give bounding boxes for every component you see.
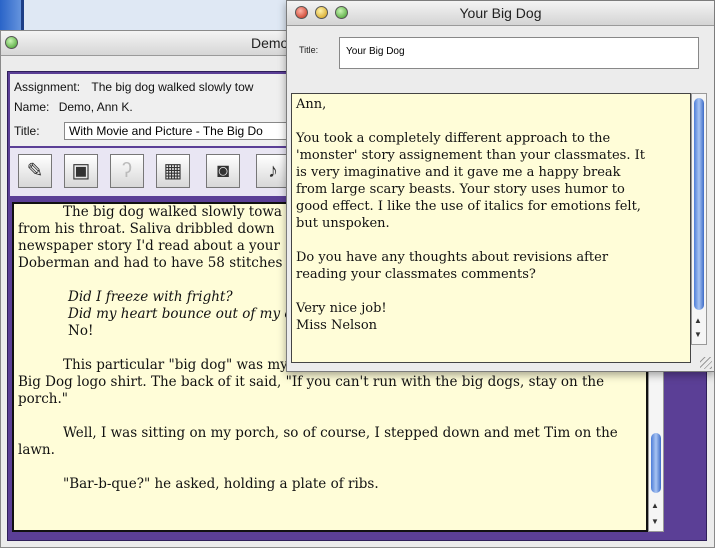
name-row: Name: Demo, Ann K. — [14, 100, 133, 114]
comment-line: from large scary beasts. Your story uses… — [296, 182, 625, 197]
essay-line: Well, I was sitting on my porch, so of c… — [63, 425, 618, 441]
essay-line: porch." — [18, 391, 68, 407]
notepad-pencil-icon[interactable]: ✎ — [18, 154, 52, 188]
resize-grip-icon[interactable] — [700, 357, 712, 369]
assignment-value: The big dog walked slowly tow — [91, 80, 254, 94]
scroll-up-arrow-icon[interactable]: ▲ — [694, 316, 702, 325]
assignment-label: Assignment: — [14, 80, 81, 94]
name-label: Name: — [14, 100, 50, 114]
comment-text-area[interactable]: Ann, You took a completely different app… — [291, 93, 691, 363]
title-label: Title: — [14, 124, 40, 138]
essay-scroll-thumb[interactable] — [651, 433, 661, 493]
comment-title-field[interactable]: Your Big Dog — [339, 37, 699, 69]
comment-line: Very nice job! — [296, 301, 387, 316]
ear-icon[interactable]: ʔ — [110, 154, 144, 188]
scroll-down-arrow-icon[interactable]: ▼ — [651, 517, 659, 526]
comment-titlebar[interactable]: Your Big Dog — [287, 1, 714, 26]
comment-line: reading your classmates comments? — [296, 267, 536, 282]
comment-scrollbar[interactable]: ▲ ▼ — [691, 93, 707, 345]
zoom-button[interactable] — [5, 36, 18, 49]
microphone-icon[interactable]: ♪ — [256, 154, 290, 188]
name-value: Demo, Ann K. — [58, 100, 133, 114]
comment-line: You took a completely different approach… — [296, 131, 611, 146]
comment-scroll-thumb[interactable] — [694, 98, 704, 310]
scroll-up-arrow-icon[interactable]: ▲ — [651, 501, 659, 510]
comment-line: Ann, — [296, 97, 327, 112]
scroll-down-arrow-icon[interactable]: ▼ — [694, 330, 702, 339]
comment-window-title: Your Big Dog — [459, 5, 542, 21]
essay-line: "Bar-b-que?" he asked, holding a plate o… — [63, 476, 379, 492]
comment-title-label: Title: — [299, 45, 319, 55]
main-window-title: Demo — [251, 35, 289, 51]
comment-line: but unspoken. — [296, 216, 390, 231]
camera-icon[interactable]: ◙ — [206, 154, 240, 188]
film-icon[interactable]: ▦ — [156, 154, 190, 188]
comment-window: Your Big Dog Title: Your Big Dog Ann, Yo… — [286, 0, 715, 372]
picture-icon[interactable]: ▣ — [64, 154, 98, 188]
essay-line: Big Dog logo shirt. The back of it said,… — [18, 374, 605, 390]
comment-line: Miss Nelson — [296, 318, 378, 333]
comment-line: 'monster' story assignement than your cl… — [296, 148, 645, 163]
comment-line: good effect. I like the use of italics f… — [296, 199, 641, 214]
comment-line: Do you have any thoughts about revisions… — [296, 250, 609, 265]
assignment-row: Assignment: The big dog walked slowly to… — [14, 80, 253, 94]
comment-line: is very imaginative and it gave me a hap… — [296, 165, 621, 180]
essay-line: lawn. — [18, 442, 55, 458]
